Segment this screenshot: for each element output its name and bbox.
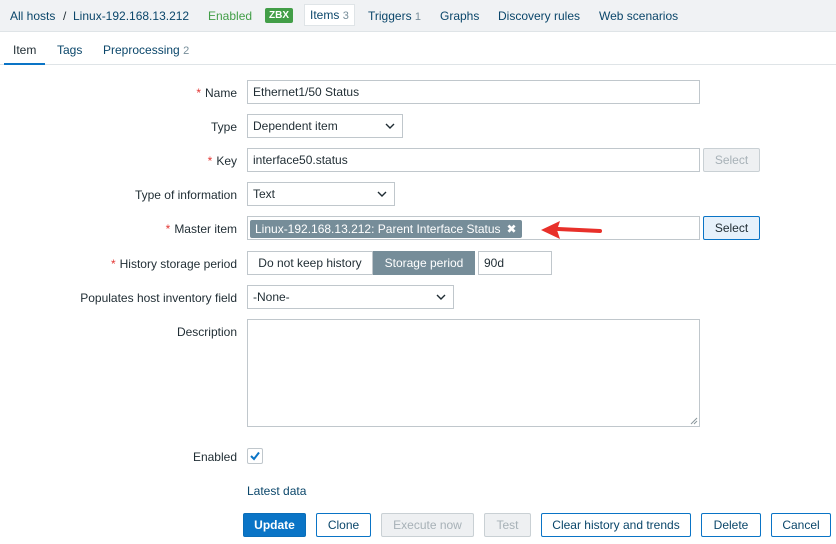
nav-items[interactable]: Items 3 xyxy=(304,4,355,26)
breadcrumb-separator: / xyxy=(63,9,67,23)
nav-items-label: Items xyxy=(310,8,340,22)
type-of-information-select[interactable]: Text xyxy=(247,182,395,206)
nav-triggers[interactable]: Triggers 1 xyxy=(368,9,421,24)
type-select[interactable]: Dependent item xyxy=(247,114,403,138)
description-label: Description xyxy=(176,325,237,339)
master-item-label-text: Master item xyxy=(174,222,237,236)
nav-items-count: 3 xyxy=(342,10,349,22)
latest-data-link[interactable]: Latest data xyxy=(247,484,306,498)
breadcrumb-host-name[interactable]: Linux-192.168.13.212 xyxy=(73,9,189,23)
enabled-label: Enabled xyxy=(192,450,237,464)
master-item-tag: Linux-192.168.13.212: Parent Interface S… xyxy=(250,220,522,238)
chevron-down-icon xyxy=(377,183,387,212)
nav-triggers-label: Triggers xyxy=(368,9,412,23)
form-tabs: Item Tags Preprocessing 2 xyxy=(0,38,836,65)
name-label-text: Name xyxy=(204,86,237,100)
key-label-text: Key xyxy=(216,154,237,168)
type-select-value: Dependent item xyxy=(253,119,338,133)
history-storage-period-option[interactable]: Storage period xyxy=(373,251,475,275)
name-input[interactable]: Ethernet1/50 Status xyxy=(247,80,700,104)
master-item-tag-text: Linux-192.168.13.212: Parent Interface S… xyxy=(255,222,501,236)
history-do-not-keep-option[interactable]: Do not keep history xyxy=(247,251,373,275)
resize-grip-icon[interactable] xyxy=(690,417,698,425)
nav-triggers-count: 1 xyxy=(414,11,422,23)
key-select-button[interactable]: Select xyxy=(703,148,760,172)
test-button[interactable]: Test xyxy=(484,513,531,537)
type-of-information-value: Text xyxy=(253,187,276,201)
tab-preprocessing-count: 2 xyxy=(183,45,190,57)
inventory-field-value: -None- xyxy=(253,290,290,304)
history-storage-label: * History storage period xyxy=(111,257,237,271)
nav-web-scenarios[interactable]: Web scenarios xyxy=(599,9,678,23)
enabled-checkbox[interactable] xyxy=(247,448,263,464)
checkmark-icon xyxy=(250,451,260,461)
chevron-down-icon xyxy=(436,286,446,315)
required-mark: * xyxy=(110,257,116,271)
remove-icon[interactable]: ✖ xyxy=(507,222,517,236)
delete-button[interactable]: Delete xyxy=(701,513,761,537)
key-input[interactable]: interface50.status xyxy=(247,148,700,172)
execute-now-button[interactable]: Execute now xyxy=(381,513,474,537)
tab-item[interactable]: Item xyxy=(4,38,46,65)
chevron-down-icon xyxy=(385,115,395,144)
required-mark: * xyxy=(165,222,171,236)
host-status-enabled[interactable]: Enabled xyxy=(208,9,252,23)
master-item-label: * Master item xyxy=(166,222,237,236)
history-period-input[interactable]: 90d xyxy=(478,251,552,275)
type-label: Type xyxy=(210,120,237,134)
required-mark: * xyxy=(196,86,201,100)
key-label: * Key xyxy=(208,154,237,168)
tab-preprocessing[interactable]: Preprocessing 2 xyxy=(94,38,198,65)
history-storage-label-text: History storage period xyxy=(119,257,237,271)
inventory-field-label: Populates host inventory field xyxy=(80,291,237,305)
inventory-field-select[interactable]: -None- xyxy=(247,285,454,309)
type-of-information-label: Type of information xyxy=(134,188,237,202)
clear-history-button[interactable]: Clear history and trends xyxy=(541,513,691,537)
cancel-button[interactable]: Cancel xyxy=(771,513,831,537)
annotation-arrow-icon xyxy=(541,221,602,239)
description-textarea[interactable] xyxy=(247,319,700,427)
zbx-availability-badge: ZBX xyxy=(265,8,293,23)
tab-preprocessing-label: Preprocessing xyxy=(103,43,180,57)
nav-graphs[interactable]: Graphs xyxy=(440,9,479,23)
clone-button[interactable]: Clone xyxy=(316,513,371,537)
update-button[interactable]: Update xyxy=(243,513,306,537)
breadcrumb-all-hosts[interactable]: All hosts xyxy=(10,9,55,23)
host-navigation-bar: All hosts / Linux-192.168.13.212 Enabled… xyxy=(0,0,836,32)
tab-tags[interactable]: Tags xyxy=(48,38,91,65)
nav-discovery-rules[interactable]: Discovery rules xyxy=(498,9,580,23)
name-label: * Name xyxy=(196,86,237,100)
master-item-select-button[interactable]: Select xyxy=(703,216,760,240)
required-mark: * xyxy=(207,154,213,168)
